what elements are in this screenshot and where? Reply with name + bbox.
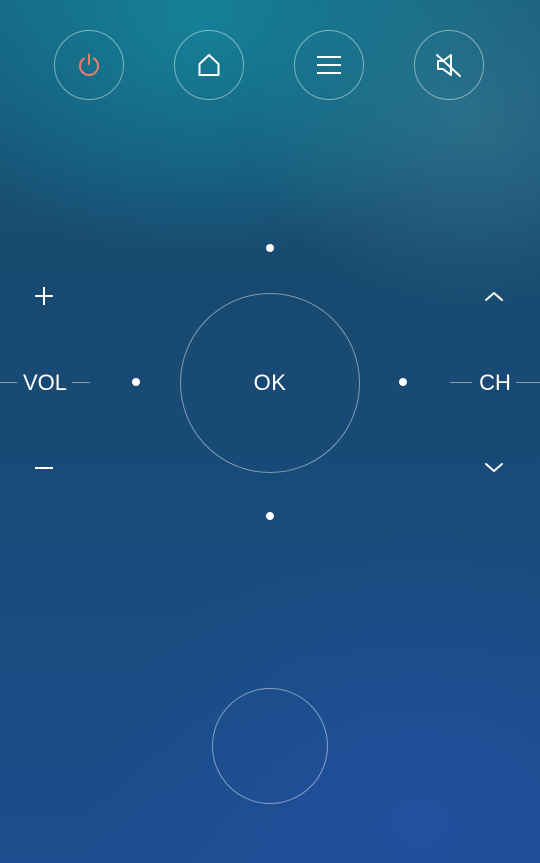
volume-label: VOL — [22, 370, 68, 395]
dpad-down-button[interactable] — [266, 512, 274, 520]
home-button[interactable] — [174, 30, 244, 100]
power-button[interactable] — [54, 30, 124, 100]
chevron-down-icon — [485, 463, 503, 472]
mute-icon — [436, 54, 461, 77]
minus-icon — [35, 467, 53, 469]
volume-divider-left — [0, 382, 17, 383]
dpad-left-button[interactable] — [132, 378, 140, 386]
volume-divider-right — [72, 382, 90, 383]
channel-label: CH — [479, 370, 511, 395]
plus-icon — [35, 287, 53, 305]
menu-button[interactable] — [294, 30, 364, 100]
channel-up-button[interactable] — [474, 276, 514, 316]
channel-divider-right — [516, 382, 540, 383]
channel-divider-left — [450, 382, 472, 383]
chevron-up-icon — [485, 292, 503, 301]
ok-label: OK — [253, 370, 287, 395]
home-icon — [198, 54, 220, 76]
dpad-up-button[interactable] — [266, 244, 274, 252]
power-icon — [79, 53, 99, 76]
volume-up-button[interactable] — [24, 276, 64, 316]
volume-down-button[interactable] — [24, 448, 64, 488]
menu-icon — [317, 56, 341, 74]
mute-button[interactable] — [414, 30, 484, 100]
channel-down-button[interactable] — [474, 448, 514, 488]
dpad-right-button[interactable] — [399, 378, 407, 386]
bottom-circle-button[interactable] — [212, 688, 328, 804]
ok-button[interactable]: OK — [180, 293, 360, 473]
